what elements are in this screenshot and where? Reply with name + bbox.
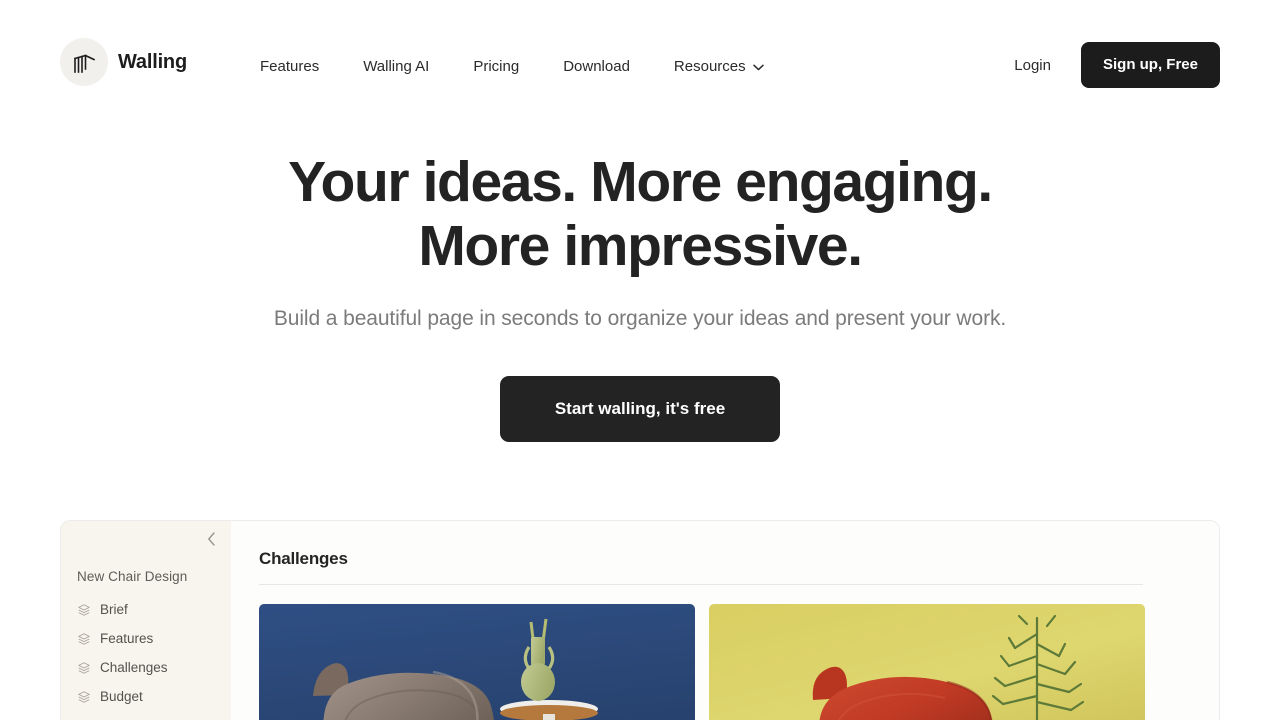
app-sidebar: New Chair Design Brief Features Challeng…: [61, 521, 231, 720]
layers-icon: [77, 661, 91, 675]
chevron-left-icon: [207, 531, 216, 551]
header-actions: Login Sign up, Free: [1014, 42, 1220, 88]
sidebar-collapse-button[interactable]: [201, 531, 221, 551]
sidebar-item-partial[interactable]: [61, 711, 231, 720]
main-nav: Features Walling AI Pricing Download Res…: [260, 52, 764, 81]
sidebar-item-label: Features: [100, 631, 154, 646]
brand-name: Walling: [118, 50, 187, 73]
signup-button[interactable]: Sign up, Free: [1080, 42, 1220, 88]
nav-item-download[interactable]: Download: [563, 52, 630, 81]
nav-item-label: Walling AI: [363, 58, 430, 75]
content-divider: [259, 584, 1143, 585]
nav-item-walling-ai[interactable]: Walling AI: [363, 52, 429, 81]
layers-icon: [77, 603, 91, 617]
card-grid: [259, 604, 1191, 720]
layers-icon: [77, 690, 91, 704]
brand-logo-link[interactable]: Walling: [60, 38, 187, 86]
login-link[interactable]: Login: [1014, 57, 1051, 74]
layers-icon: [77, 632, 91, 646]
blue-chair-photo-card[interactable]: [259, 604, 695, 720]
sidebar-item-label: Budget: [100, 689, 143, 704]
nav-item-label: Resources: [673, 58, 746, 75]
site-header: Walling Features Walling AI Pricing Down…: [0, 0, 1280, 112]
yellow-chair-photo-card[interactable]: [709, 604, 1145, 720]
sidebar-item-label: Challenges: [100, 660, 168, 675]
sidebar-item-list: Brief Features Challenges Budget: [61, 595, 231, 720]
sidebar-item-brief[interactable]: Brief: [61, 595, 231, 624]
sidebar-doc-title: New Chair Design: [77, 569, 188, 584]
app-preview-panel: New Chair Design Brief Features Challeng…: [60, 520, 1220, 720]
sidebar-item-challenges[interactable]: Challenges: [61, 653, 231, 682]
start-walling-button[interactable]: Start walling, it's free: [500, 376, 780, 442]
walling-logo-icon: [60, 38, 108, 86]
nav-item-label: Pricing: [473, 58, 520, 75]
nav-item-pricing[interactable]: Pricing: [473, 52, 519, 81]
hero-section: Your ideas. More engaging. More impressi…: [0, 150, 1280, 442]
hero-subtitle: Build a beautiful page in seconds to org…: [273, 307, 1007, 330]
sidebar-item-budget[interactable]: Budget: [61, 682, 231, 711]
sidebar-item-features[interactable]: Features: [61, 624, 231, 653]
nav-item-features[interactable]: Features: [260, 52, 319, 81]
nav-item-label: Features: [260, 58, 320, 75]
app-content-area: Challenges: [231, 521, 1219, 720]
hero-title-line-2: More impressive.: [418, 214, 863, 278]
page-title: Your ideas. More engaging. More impressi…: [0, 150, 1280, 278]
chevron-down-icon: [752, 58, 764, 75]
nav-item-label: Download: [563, 58, 630, 75]
sidebar-item-label: Brief: [100, 602, 128, 617]
hero-title-line-1: Your ideas. More engaging.: [288, 150, 993, 214]
nav-item-resources[interactable]: Resources: [674, 52, 764, 81]
content-section-title: Challenges: [259, 549, 348, 568]
